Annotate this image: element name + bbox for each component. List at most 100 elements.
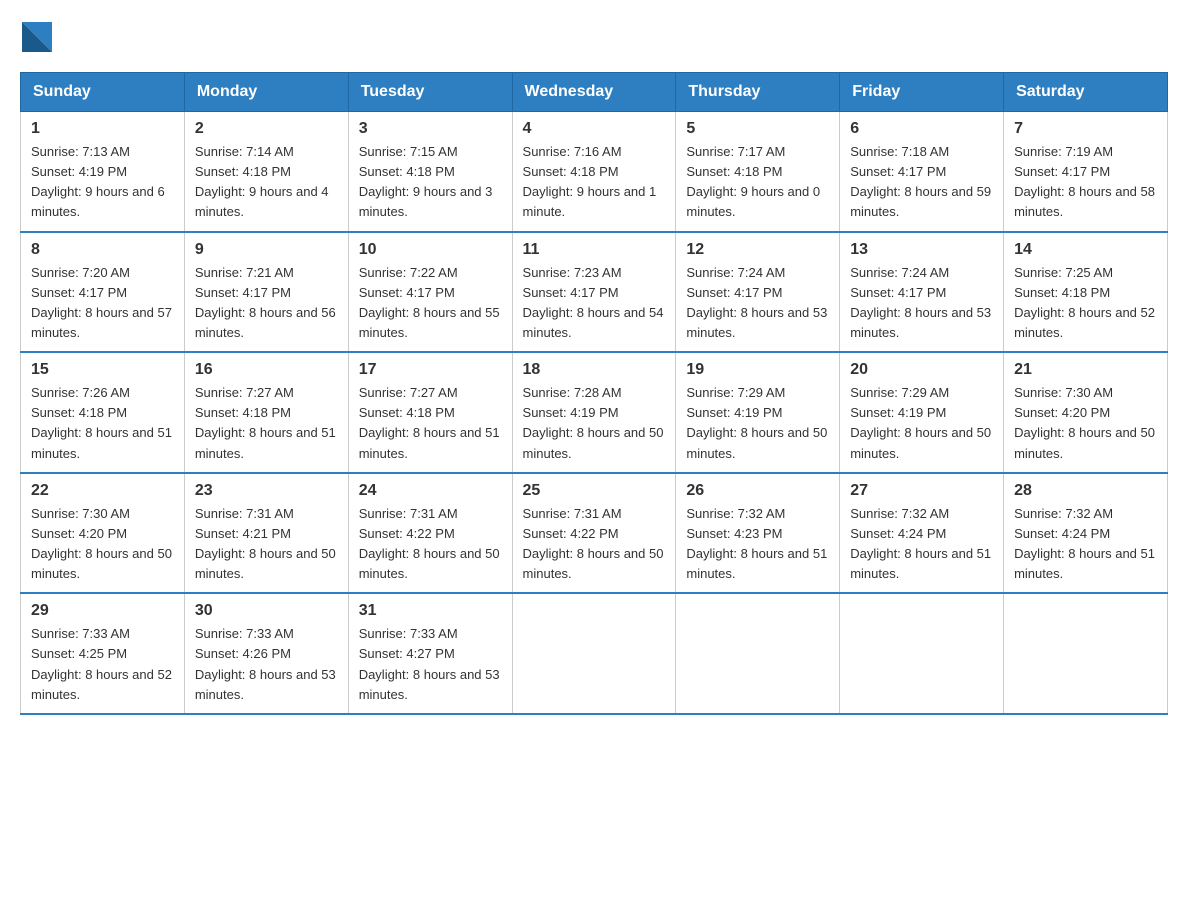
calendar-cell: 12 Sunrise: 7:24 AM Sunset: 4:17 PM Dayl…	[676, 232, 840, 353]
day-number: 24	[359, 482, 502, 500]
calendar-cell: 6 Sunrise: 7:18 AM Sunset: 4:17 PM Dayli…	[840, 112, 1004, 232]
calendar-cell: 20 Sunrise: 7:29 AM Sunset: 4:19 PM Dayl…	[840, 352, 1004, 473]
page-header	[20, 20, 1168, 52]
day-number: 21	[1014, 361, 1157, 379]
calendar-cell: 30 Sunrise: 7:33 AM Sunset: 4:26 PM Dayl…	[184, 593, 348, 714]
day-number: 10	[359, 241, 502, 259]
calendar-week-5: 29 Sunrise: 7:33 AM Sunset: 4:25 PM Dayl…	[21, 593, 1168, 714]
calendar-cell: 29 Sunrise: 7:33 AM Sunset: 4:25 PM Dayl…	[21, 593, 185, 714]
day-info: Sunrise: 7:13 AM Sunset: 4:19 PM Dayligh…	[31, 142, 174, 223]
day-info: Sunrise: 7:31 AM Sunset: 4:22 PM Dayligh…	[359, 504, 502, 585]
calendar-cell: 7 Sunrise: 7:19 AM Sunset: 4:17 PM Dayli…	[1004, 112, 1168, 232]
weekday-header-tuesday: Tuesday	[348, 73, 512, 112]
calendar-table: SundayMondayTuesdayWednesdayThursdayFrid…	[20, 72, 1168, 715]
day-info: Sunrise: 7:27 AM Sunset: 4:18 PM Dayligh…	[195, 383, 338, 464]
calendar-cell	[1004, 593, 1168, 714]
calendar-cell: 5 Sunrise: 7:17 AM Sunset: 4:18 PM Dayli…	[676, 112, 840, 232]
calendar-cell: 1 Sunrise: 7:13 AM Sunset: 4:19 PM Dayli…	[21, 112, 185, 232]
day-number: 28	[1014, 482, 1157, 500]
day-info: Sunrise: 7:32 AM Sunset: 4:23 PM Dayligh…	[686, 504, 829, 585]
day-info: Sunrise: 7:31 AM Sunset: 4:22 PM Dayligh…	[523, 504, 666, 585]
day-info: Sunrise: 7:19 AM Sunset: 4:17 PM Dayligh…	[1014, 142, 1157, 223]
day-number: 16	[195, 361, 338, 379]
day-info: Sunrise: 7:29 AM Sunset: 4:19 PM Dayligh…	[686, 383, 829, 464]
calendar-cell	[512, 593, 676, 714]
day-info: Sunrise: 7:15 AM Sunset: 4:18 PM Dayligh…	[359, 142, 502, 223]
day-info: Sunrise: 7:18 AM Sunset: 4:17 PM Dayligh…	[850, 142, 993, 223]
weekday-header-friday: Friday	[840, 73, 1004, 112]
day-number: 2	[195, 120, 338, 138]
day-info: Sunrise: 7:33 AM Sunset: 4:25 PM Dayligh…	[31, 624, 174, 705]
day-number: 15	[31, 361, 174, 379]
day-info: Sunrise: 7:28 AM Sunset: 4:19 PM Dayligh…	[523, 383, 666, 464]
calendar-cell: 27 Sunrise: 7:32 AM Sunset: 4:24 PM Dayl…	[840, 473, 1004, 594]
calendar-cell: 31 Sunrise: 7:33 AM Sunset: 4:27 PM Dayl…	[348, 593, 512, 714]
day-info: Sunrise: 7:21 AM Sunset: 4:17 PM Dayligh…	[195, 263, 338, 344]
calendar-cell: 10 Sunrise: 7:22 AM Sunset: 4:17 PM Dayl…	[348, 232, 512, 353]
calendar-cell: 28 Sunrise: 7:32 AM Sunset: 4:24 PM Dayl…	[1004, 473, 1168, 594]
calendar-cell: 17 Sunrise: 7:27 AM Sunset: 4:18 PM Dayl…	[348, 352, 512, 473]
weekday-header-thursday: Thursday	[676, 73, 840, 112]
day-number: 27	[850, 482, 993, 500]
calendar-week-3: 15 Sunrise: 7:26 AM Sunset: 4:18 PM Dayl…	[21, 352, 1168, 473]
day-number: 14	[1014, 241, 1157, 259]
day-info: Sunrise: 7:33 AM Sunset: 4:27 PM Dayligh…	[359, 624, 502, 705]
calendar-cell: 11 Sunrise: 7:23 AM Sunset: 4:17 PM Dayl…	[512, 232, 676, 353]
calendar-cell: 26 Sunrise: 7:32 AM Sunset: 4:23 PM Dayl…	[676, 473, 840, 594]
day-number: 25	[523, 482, 666, 500]
day-number: 17	[359, 361, 502, 379]
calendar-cell: 19 Sunrise: 7:29 AM Sunset: 4:19 PM Dayl…	[676, 352, 840, 473]
day-info: Sunrise: 7:25 AM Sunset: 4:18 PM Dayligh…	[1014, 263, 1157, 344]
day-info: Sunrise: 7:33 AM Sunset: 4:26 PM Dayligh…	[195, 624, 338, 705]
calendar-cell: 14 Sunrise: 7:25 AM Sunset: 4:18 PM Dayl…	[1004, 232, 1168, 353]
day-number: 31	[359, 602, 502, 620]
day-info: Sunrise: 7:24 AM Sunset: 4:17 PM Dayligh…	[686, 263, 829, 344]
day-info: Sunrise: 7:16 AM Sunset: 4:18 PM Dayligh…	[523, 142, 666, 223]
calendar-week-4: 22 Sunrise: 7:30 AM Sunset: 4:20 PM Dayl…	[21, 473, 1168, 594]
calendar-week-2: 8 Sunrise: 7:20 AM Sunset: 4:17 PM Dayli…	[21, 232, 1168, 353]
day-info: Sunrise: 7:14 AM Sunset: 4:18 PM Dayligh…	[195, 142, 338, 223]
day-info: Sunrise: 7:32 AM Sunset: 4:24 PM Dayligh…	[850, 504, 993, 585]
day-info: Sunrise: 7:30 AM Sunset: 4:20 PM Dayligh…	[31, 504, 174, 585]
day-info: Sunrise: 7:17 AM Sunset: 4:18 PM Dayligh…	[686, 142, 829, 223]
weekday-header-monday: Monday	[184, 73, 348, 112]
day-number: 7	[1014, 120, 1157, 138]
day-info: Sunrise: 7:22 AM Sunset: 4:17 PM Dayligh…	[359, 263, 502, 344]
calendar-cell: 9 Sunrise: 7:21 AM Sunset: 4:17 PM Dayli…	[184, 232, 348, 353]
day-info: Sunrise: 7:24 AM Sunset: 4:17 PM Dayligh…	[850, 263, 993, 344]
weekday-header-wednesday: Wednesday	[512, 73, 676, 112]
day-number: 18	[523, 361, 666, 379]
day-info: Sunrise: 7:26 AM Sunset: 4:18 PM Dayligh…	[31, 383, 174, 464]
day-info: Sunrise: 7:27 AM Sunset: 4:18 PM Dayligh…	[359, 383, 502, 464]
weekday-header-row: SundayMondayTuesdayWednesdayThursdayFrid…	[21, 73, 1168, 112]
calendar-cell: 4 Sunrise: 7:16 AM Sunset: 4:18 PM Dayli…	[512, 112, 676, 232]
calendar-cell: 25 Sunrise: 7:31 AM Sunset: 4:22 PM Dayl…	[512, 473, 676, 594]
calendar-cell: 15 Sunrise: 7:26 AM Sunset: 4:18 PM Dayl…	[21, 352, 185, 473]
day-number: 22	[31, 482, 174, 500]
calendar-cell: 22 Sunrise: 7:30 AM Sunset: 4:20 PM Dayl…	[21, 473, 185, 594]
calendar-cell: 13 Sunrise: 7:24 AM Sunset: 4:17 PM Dayl…	[840, 232, 1004, 353]
calendar-cell: 3 Sunrise: 7:15 AM Sunset: 4:18 PM Dayli…	[348, 112, 512, 232]
day-info: Sunrise: 7:23 AM Sunset: 4:17 PM Dayligh…	[523, 263, 666, 344]
day-number: 12	[686, 241, 829, 259]
calendar-cell	[676, 593, 840, 714]
calendar-cell	[840, 593, 1004, 714]
day-info: Sunrise: 7:29 AM Sunset: 4:19 PM Dayligh…	[850, 383, 993, 464]
day-info: Sunrise: 7:20 AM Sunset: 4:17 PM Dayligh…	[31, 263, 174, 344]
weekday-header-sunday: Sunday	[21, 73, 185, 112]
day-number: 1	[31, 120, 174, 138]
day-info: Sunrise: 7:31 AM Sunset: 4:21 PM Dayligh…	[195, 504, 338, 585]
logo-icon	[22, 22, 52, 52]
calendar-cell: 16 Sunrise: 7:27 AM Sunset: 4:18 PM Dayl…	[184, 352, 348, 473]
day-number: 23	[195, 482, 338, 500]
day-number: 30	[195, 602, 338, 620]
day-number: 19	[686, 361, 829, 379]
day-number: 3	[359, 120, 502, 138]
day-number: 8	[31, 241, 174, 259]
calendar-cell: 18 Sunrise: 7:28 AM Sunset: 4:19 PM Dayl…	[512, 352, 676, 473]
day-number: 20	[850, 361, 993, 379]
day-info: Sunrise: 7:30 AM Sunset: 4:20 PM Dayligh…	[1014, 383, 1157, 464]
calendar-cell: 2 Sunrise: 7:14 AM Sunset: 4:18 PM Dayli…	[184, 112, 348, 232]
day-info: Sunrise: 7:32 AM Sunset: 4:24 PM Dayligh…	[1014, 504, 1157, 585]
day-number: 5	[686, 120, 829, 138]
